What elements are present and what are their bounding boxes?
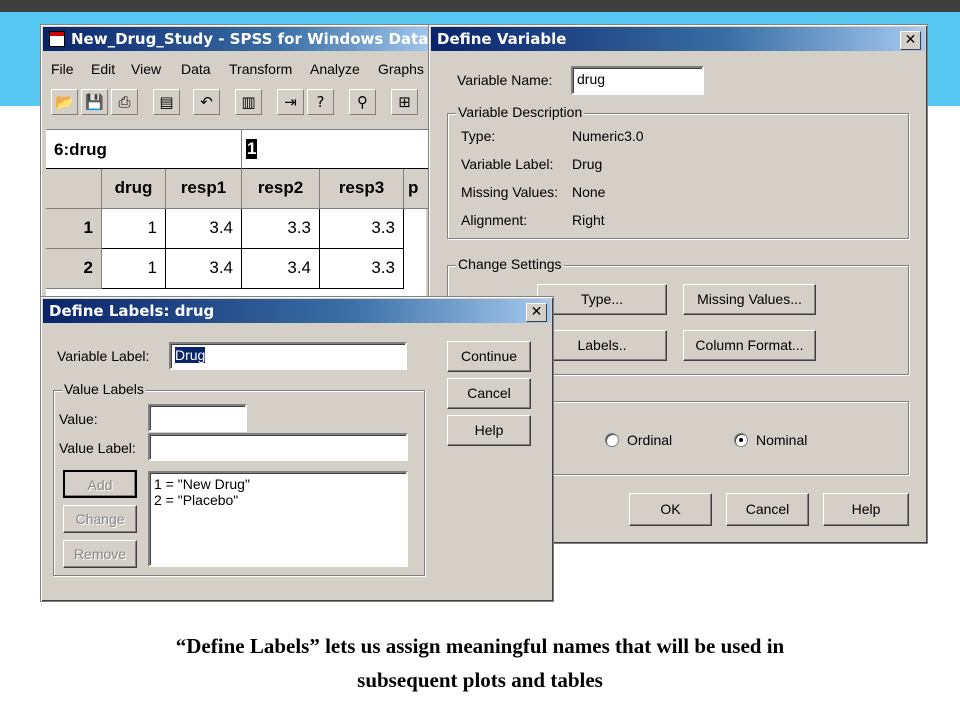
- value-input[interactable]: [148, 404, 247, 432]
- close-icon: ✕: [904, 32, 917, 48]
- variable-name-input[interactable]: drug: [571, 66, 704, 95]
- table-cell[interactable]: 3.4: [166, 249, 242, 289]
- define-labels-close-button[interactable]: ✕: [526, 303, 547, 322]
- goto-chart-icon[interactable]: ▥: [235, 89, 262, 115]
- menu-graphs[interactable]: Graphs: [378, 61, 424, 77]
- ordinal-label[interactable]: Ordinal: [627, 432, 672, 448]
- labels-variable-label-label: Variable Label:: [57, 348, 150, 364]
- data-grid: drug resp1 resp2 resp3 p 1 1 3.4 3.3 3.3…: [46, 169, 444, 299]
- missing-values-value: None: [572, 184, 606, 200]
- list-item[interactable]: 2 = "Placebo": [154, 492, 406, 508]
- type-label: Type:: [461, 128, 496, 144]
- add-button[interactable]: Add: [63, 470, 137, 498]
- spss-title-bar: New_Drug_Study - SPSS for Windows Data E: [43, 27, 437, 51]
- open-file-icon[interactable]: 📂: [51, 89, 78, 115]
- value-label-label: Value Label:: [59, 440, 136, 456]
- spss-app-icon: [49, 31, 65, 47]
- menu-transform[interactable]: Transform: [229, 61, 292, 77]
- table-cell[interactable]: 1: [102, 209, 166, 249]
- column-header-resp3[interactable]: resp3: [320, 169, 404, 209]
- table-cell[interactable]: 3.4: [242, 249, 320, 289]
- print-icon[interactable]: ⎙: [111, 89, 138, 115]
- column-header-drug[interactable]: drug: [102, 169, 166, 209]
- dialog-recall-icon[interactable]: ▤: [153, 89, 180, 115]
- list-item[interactable]: 1 = "New Drug": [154, 476, 406, 492]
- find-icon[interactable]: ⚲: [349, 89, 376, 115]
- menu-analyze[interactable]: Analyze: [310, 61, 360, 77]
- variable-description-group: Variable Description Type: Numeric3.0 Va…: [447, 104, 909, 239]
- variable-label-value: Drug: [572, 156, 603, 172]
- missing-values-label: Missing Values:: [461, 184, 559, 200]
- define-variable-title: Define Variable: [437, 30, 567, 48]
- insert-case-icon[interactable]: ⊞: [391, 89, 418, 115]
- define-variable-close-button[interactable]: ✕: [900, 31, 921, 50]
- change-button[interactable]: Change: [63, 505, 137, 533]
- cell-reference-divider: [241, 130, 242, 170]
- table-cell[interactable]: 3.3: [320, 249, 404, 289]
- table-cell[interactable]: 3.3: [320, 209, 404, 249]
- type-button[interactable]: Type...: [537, 284, 667, 315]
- define-labels-title: Define Labels: drug: [49, 302, 215, 320]
- variable-label-label: Variable Label:: [461, 156, 554, 172]
- row-header[interactable]: 1: [46, 209, 102, 249]
- change-settings-heading: Change Settings: [456, 256, 564, 272]
- selected-text: Drug: [175, 347, 206, 363]
- cancel-button[interactable]: Cancel: [726, 493, 809, 526]
- close-icon: ✕: [530, 304, 543, 320]
- table-cell[interactable]: 1: [102, 249, 166, 289]
- type-value: Numeric3.0: [572, 128, 644, 144]
- cell-reference: 6:drug: [54, 140, 107, 159]
- nominal-radio[interactable]: [734, 433, 748, 447]
- column-header-resp1[interactable]: resp1: [166, 169, 242, 209]
- table-cell[interactable]: 3.3: [242, 209, 320, 249]
- cell-value-editor[interactable]: 1: [246, 139, 258, 159]
- cell-editor-bar: 6:drug 1: [46, 129, 436, 170]
- value-labels-heading: Value Labels: [62, 381, 146, 397]
- nominal-label[interactable]: Nominal: [756, 432, 807, 448]
- labels-button[interactable]: Labels..: [537, 330, 667, 361]
- ok-button[interactable]: OK: [629, 493, 712, 526]
- define-labels-dialog: Define Labels: drug ✕ Variable Label: Dr…: [40, 296, 554, 602]
- define-variable-title-bar: Define Variable: [431, 27, 925, 51]
- grid-corner: [46, 169, 102, 209]
- column-format-button[interactable]: Column Format...: [683, 330, 816, 361]
- value-labels-list[interactable]: 1 = "New Drug" 2 = "Placebo": [148, 471, 408, 567]
- variable-description-heading: Variable Description: [456, 104, 585, 120]
- remove-button[interactable]: Remove: [63, 540, 137, 568]
- labels-variable-label-input[interactable]: Drug: [169, 342, 407, 370]
- variables-icon[interactable]: ?: [307, 89, 334, 115]
- table-cell[interactable]: 3.4: [166, 209, 242, 249]
- spss-menu-bar: File Edit View Data Transform Analyze Gr…: [51, 61, 431, 81]
- menu-data[interactable]: Data: [181, 61, 211, 77]
- ordinal-radio[interactable]: [605, 433, 619, 447]
- menu-edit[interactable]: Edit: [91, 61, 115, 77]
- slide-caption: “Define Labels” lets us assign meaningfu…: [0, 629, 960, 697]
- continue-button[interactable]: Continue: [447, 341, 531, 372]
- row-header[interactable]: 2: [46, 249, 102, 289]
- define-labels-title-bar: Define Labels: drug: [43, 299, 551, 323]
- menu-view[interactable]: View: [131, 61, 161, 77]
- labels-cancel-button[interactable]: Cancel: [447, 378, 531, 409]
- column-header-resp2[interactable]: resp2: [242, 169, 320, 209]
- goto-case-icon[interactable]: ⇥: [277, 89, 304, 115]
- spss-window-title: New_Drug_Study - SPSS for Windows Data E: [71, 30, 437, 48]
- help-button[interactable]: Help: [823, 493, 909, 526]
- menu-file[interactable]: File: [51, 61, 74, 77]
- undo-icon[interactable]: ↶: [193, 89, 220, 115]
- spss-toolbar: 📂 💾 ⎙ ▤ ↶ ▥ ⇥ ? ⚲ ⊞: [47, 89, 437, 121]
- caption-line-1: “Define Labels” lets us assign meaningfu…: [175, 634, 785, 658]
- top-dark-bar: [0, 0, 960, 12]
- alignment-label: Alignment:: [461, 212, 528, 228]
- alignment-value: Right: [572, 212, 605, 228]
- caption-line-2: subsequent plots and tables: [357, 668, 603, 692]
- save-icon[interactable]: 💾: [81, 89, 108, 115]
- value-label-input[interactable]: [148, 433, 408, 461]
- variable-name-label: Variable Name:: [457, 72, 553, 88]
- value-label: Value:: [59, 411, 98, 427]
- missing-values-button[interactable]: Missing Values...: [683, 284, 816, 315]
- labels-help-button[interactable]: Help: [447, 415, 531, 446]
